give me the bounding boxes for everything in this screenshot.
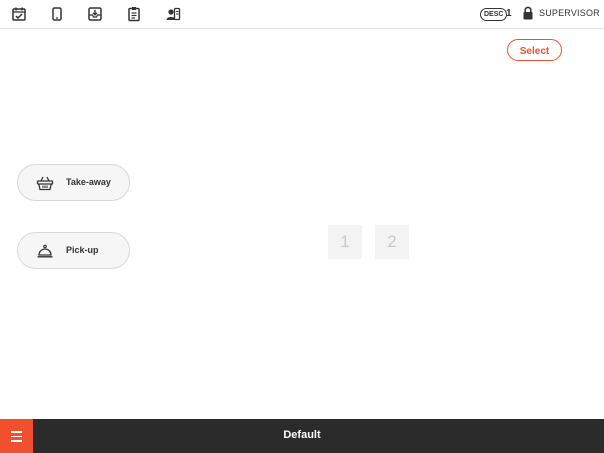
take-away-label: Take-away	[66, 177, 111, 187]
desc-count: 1	[506, 8, 512, 19]
calendar-check-icon[interactable]	[11, 6, 27, 22]
lock-icon	[523, 6, 533, 20]
pick-up-button[interactable]: Pick-up	[17, 232, 130, 269]
user-card-icon[interactable]	[165, 6, 181, 22]
shopping-basket-icon	[36, 176, 54, 191]
inbox-download-icon[interactable]	[87, 6, 103, 22]
table-tile[interactable]: 1	[328, 225, 362, 259]
bottom-bar: Default	[0, 419, 604, 453]
desc-badge: DESC	[480, 8, 508, 21]
user-role: SUPERVISOR	[539, 8, 600, 18]
top-bar: DESC 1 SUPERVISOR	[0, 0, 604, 29]
layout-title: Default	[283, 429, 321, 441]
select-button[interactable]: Select	[507, 39, 562, 61]
take-away-button[interactable]: Take-away	[17, 164, 130, 201]
clipboard-list-icon[interactable]	[126, 6, 142, 22]
service-bell-icon	[37, 244, 53, 258]
tablet-icon[interactable]	[49, 6, 65, 22]
table-tile[interactable]: 2	[375, 225, 409, 259]
pick-up-label: Pick-up	[66, 245, 99, 255]
